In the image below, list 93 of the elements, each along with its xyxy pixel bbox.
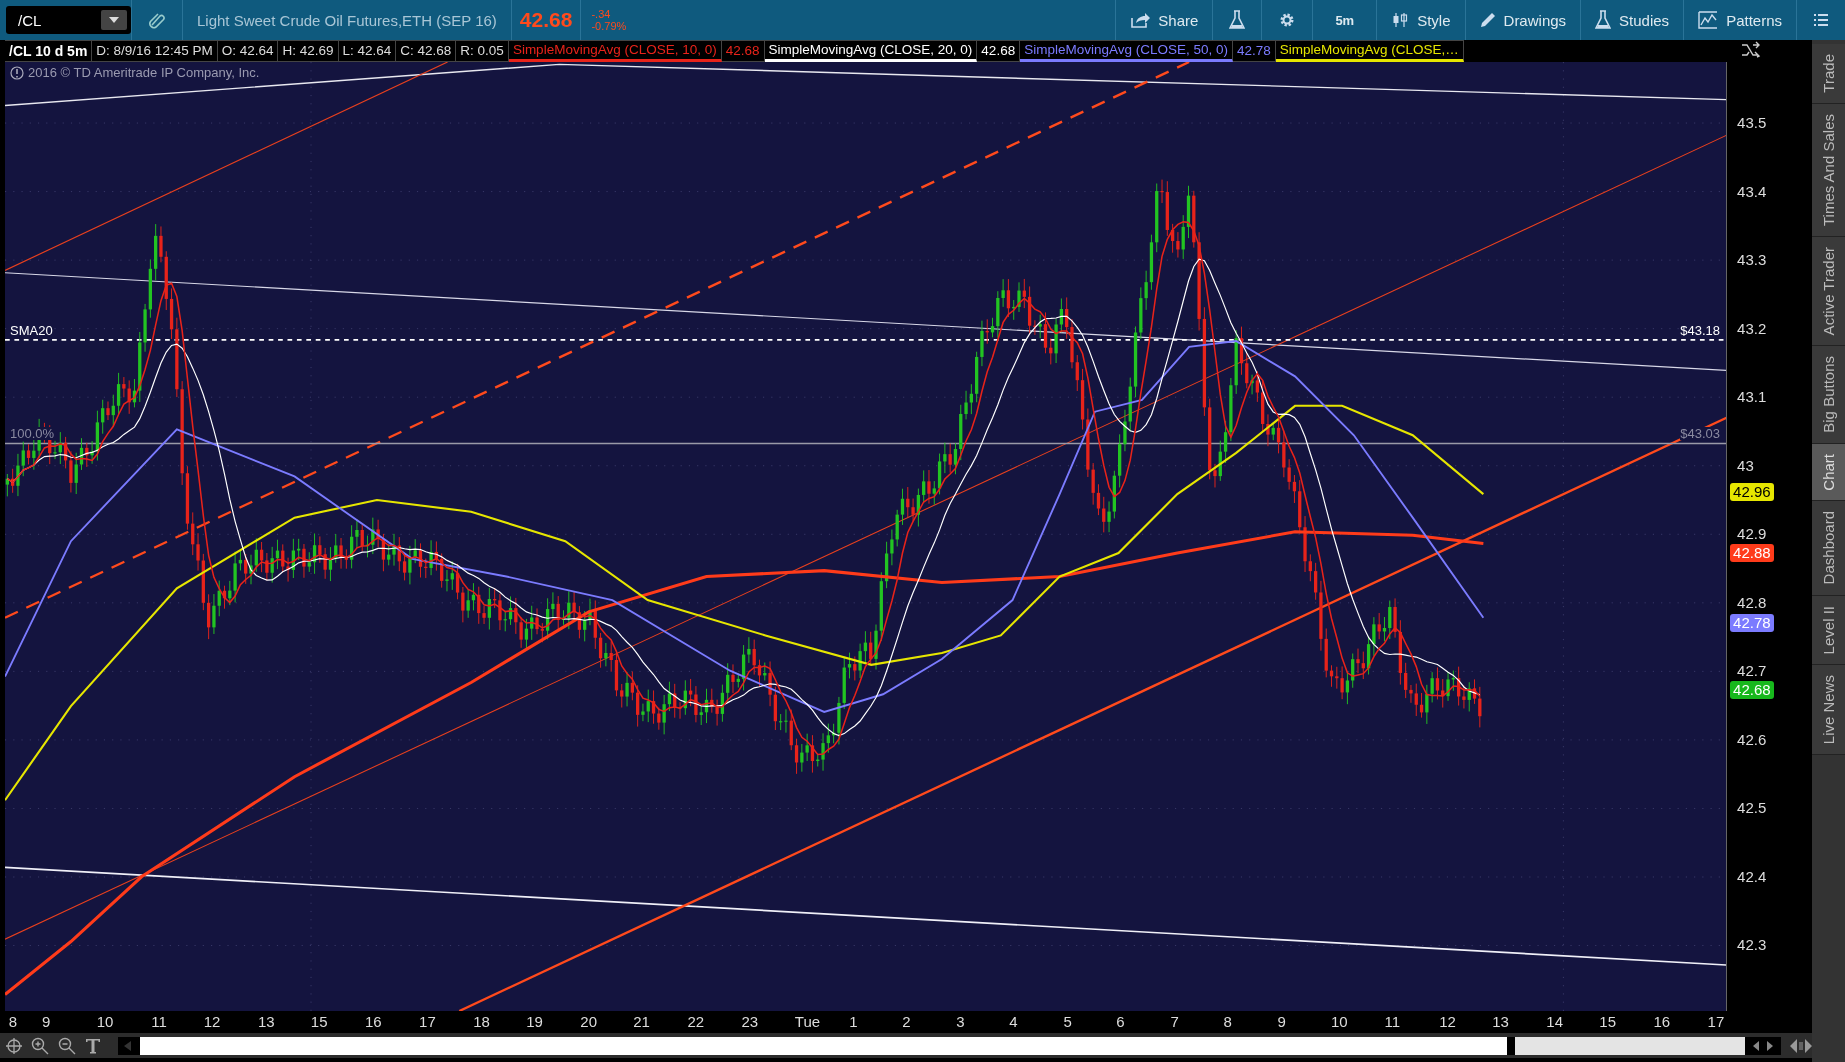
price-tick: 42.4 [1737,867,1767,886]
time-label: Tue [794,1013,821,1031]
menu-icon [1813,13,1829,27]
price-badge: 42.96 [1730,483,1774,501]
time-label: 12 [1439,1013,1456,1031]
time-label: 8 [8,1013,18,1031]
last-price: 42.68 [510,0,581,40]
level-price: $43.03 [1680,427,1721,441]
symbol-field[interactable]: /CL [6,6,131,34]
share-icon [1130,12,1151,28]
price-tick: 42.6 [1737,730,1767,749]
price-tick: 42.3 [1737,936,1767,954]
time-label: 16 [364,1013,382,1031]
interval-button[interactable]: 5m [1312,0,1377,40]
sidebar-tab[interactable]: Times And Sales [1812,103,1845,237]
flask-icon [1595,10,1612,30]
time-label: 1 [849,1013,858,1031]
sidebar-tab[interactable]: Level II [1812,595,1845,666]
time-label: 7 [1170,1013,1179,1031]
time-label: 10 [96,1013,114,1031]
price-tick: 42.9 [1737,525,1767,543]
time-label: 2 [902,1013,911,1031]
zoom-in-icon[interactable] [31,1036,49,1055]
price-badge: 42.68 [1730,681,1774,699]
zoom-out-icon[interactable] [58,1036,76,1055]
time-label: 6 [1116,1013,1125,1031]
swap-arrows-icon[interactable] [1741,41,1763,61]
price-tick: 42.7 [1737,662,1767,680]
scrollbar-thumb[interactable] [1515,1036,1745,1055]
time-label: 18 [473,1013,490,1031]
level-label: 100.0% [10,427,55,441]
sidebar-tab[interactable]: Chart [1812,443,1845,502]
time-label: 8 [1223,1013,1232,1031]
instrument-description: Light Sweet Crude Oil Futures,ETH (SEP 16) [182,0,511,40]
pattern-chart-icon [1698,11,1719,29]
time-label: 11 [1384,1013,1401,1031]
price-tick: 43.2 [1737,319,1767,338]
horizontal-scrollbar[interactable] [118,1036,1781,1055]
time-label: 9 [42,1013,51,1031]
price-tick: 43.3 [1737,251,1767,269]
copyright-text: 2016 © TD Ameritrade IP Company, Inc. [28,65,260,80]
scroll-right-icon[interactable] [1767,1040,1773,1051]
pencil-icon [1479,12,1496,28]
time-label: 16 [1653,1013,1671,1031]
text-tool-icon[interactable] [85,1037,101,1054]
time-label: 13 [257,1013,275,1031]
sidebar-tab[interactable]: Big Buttons [1812,346,1845,444]
price-tick: 43.4 [1737,182,1767,201]
caret-icon [109,17,119,23]
time-label: 5 [1063,1013,1072,1031]
net-change: -.34 [591,8,612,20]
time-label: 17 [1707,1013,1725,1031]
time-label: 22 [687,1013,705,1031]
price-tick: 43 [1737,456,1754,475]
time-label: 11 [151,1013,167,1031]
ohlc-value: D: 8/9/16 12:45 PM [92,40,218,62]
price-tick: 42.8 [1737,593,1767,612]
paperclip-icon [148,11,166,29]
flask-icon [1229,10,1246,30]
time-label: 19 [526,1013,543,1031]
price-badge: 42.88 [1730,544,1774,562]
level-price: $43.18 [1680,323,1721,337]
time-label: 23 [741,1013,759,1031]
style-button[interactable]: Style [1376,0,1465,40]
sidebar-tab[interactable]: Dashboard [1812,501,1845,596]
share-button[interactable]: Share [1115,0,1213,40]
percent-change: -0.79% [591,20,627,32]
time-label: 17 [419,1013,436,1031]
price-badge: 42.78 [1730,614,1774,632]
time-label: 12 [203,1013,221,1031]
level-label: SMA20 [10,323,53,337]
price-tick: 43.5 [1737,114,1767,132]
time-label: 15 [1599,1013,1616,1031]
time-label: 3 [956,1013,965,1031]
time-label: 10 [1331,1013,1348,1031]
info-icon [10,65,24,80]
sidebar-tab[interactable]: Live News [1812,665,1845,756]
time-label: 20 [580,1013,597,1031]
scroll-arrows-icon[interactable] [1790,1038,1812,1053]
sidebar-tab[interactable]: Active Trader [1812,236,1845,346]
time-label: 13 [1492,1013,1509,1031]
time-label: 15 [310,1013,328,1031]
sidebar-tab[interactable]: Trade [1812,44,1845,104]
time-label: 21 [633,1013,650,1031]
price-tick: 43.1 [1737,388,1767,406]
time-label: 14 [1546,1013,1564,1031]
time-label: 4 [1009,1013,1018,1031]
crosshair-icon[interactable] [6,1037,22,1054]
price-tick: 42.5 [1737,799,1767,817]
time-label: 9 [1277,1013,1286,1031]
dropdown-button[interactable] [101,10,127,30]
candlestick-icon [1391,12,1410,28]
scroll-left-icon[interactable] [1753,1040,1759,1051]
